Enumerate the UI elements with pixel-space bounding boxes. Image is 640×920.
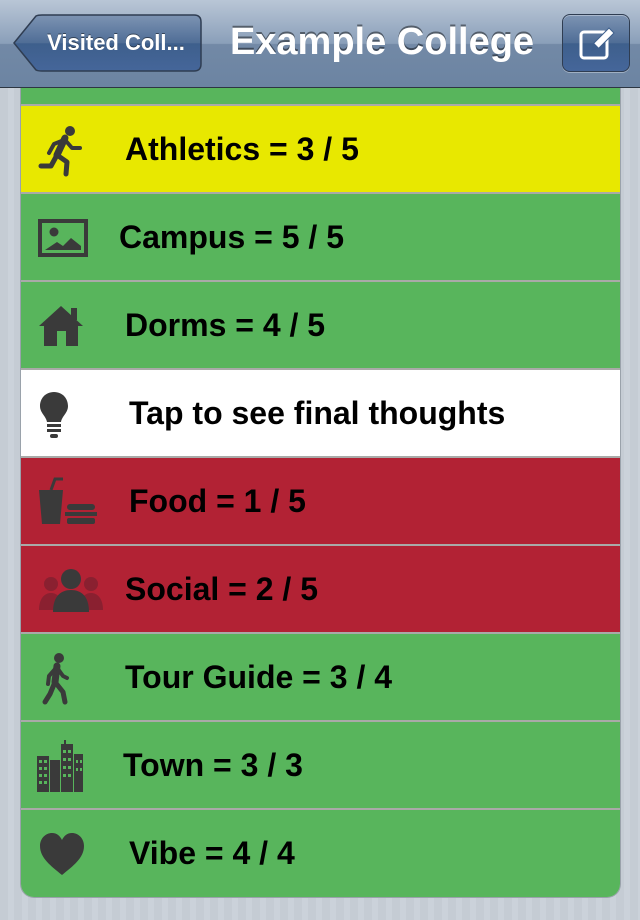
list-row-final-thoughts[interactable]: Tap to see final thoughts — [21, 370, 620, 458]
heart-icon — [40, 833, 84, 875]
list-row-tour-guide[interactable]: Tour Guide = 3 / 4 — [21, 634, 620, 722]
row-label: Social = 2 / 5 — [125, 571, 318, 607]
navigation-bar: Visited Coll... Example College — [0, 0, 640, 88]
compose-icon — [579, 27, 615, 60]
list-row-food[interactable]: Food = 1 / 5 — [21, 458, 620, 546]
house-icon — [39, 306, 83, 346]
list-row-dorms[interactable]: Dorms = 4 / 5 — [21, 282, 620, 370]
running-person-icon — [38, 126, 82, 177]
food-drink-icon — [39, 477, 97, 524]
row-label: Vibe = 4 / 4 — [129, 835, 295, 871]
row-label: Tap to see final thoughts — [129, 395, 506, 431]
list-row-athletics[interactable]: Athletics = 3 / 5 — [21, 106, 620, 194]
people-group-icon — [39, 569, 103, 612]
row-label: Dorms = 4 / 5 — [125, 307, 326, 343]
back-button[interactable]: Visited Coll... — [12, 14, 202, 72]
row-label: Athletics = 3 / 5 — [125, 131, 359, 167]
list-row-social[interactable]: Social = 2 / 5 — [21, 546, 620, 634]
ratings-list: Athletics = 3 / 5 Campus = 5 / 5 Dorms =… — [20, 88, 621, 898]
lightbulb-icon — [40, 392, 68, 438]
picture-icon — [38, 219, 88, 257]
back-button-label: Visited Coll... — [47, 30, 185, 55]
list-row-partial[interactable] — [21, 88, 620, 106]
row-label: Town = 3 / 3 — [123, 747, 303, 783]
page-title: Example College — [229, 21, 535, 63]
list-row-town[interactable]: Town = 3 / 3 — [21, 722, 620, 810]
row-label: Food = 1 / 5 — [129, 483, 306, 519]
edit-button[interactable] — [562, 14, 630, 72]
row-label: Tour Guide = 3 / 4 — [125, 659, 393, 695]
city-buildings-icon — [37, 740, 83, 792]
list-row-campus[interactable]: Campus = 5 / 5 — [21, 194, 620, 282]
row-label: Campus = 5 / 5 — [119, 219, 344, 255]
walking-person-icon — [42, 653, 69, 705]
list-row-vibe[interactable]: Vibe = 4 / 4 — [21, 810, 620, 897]
